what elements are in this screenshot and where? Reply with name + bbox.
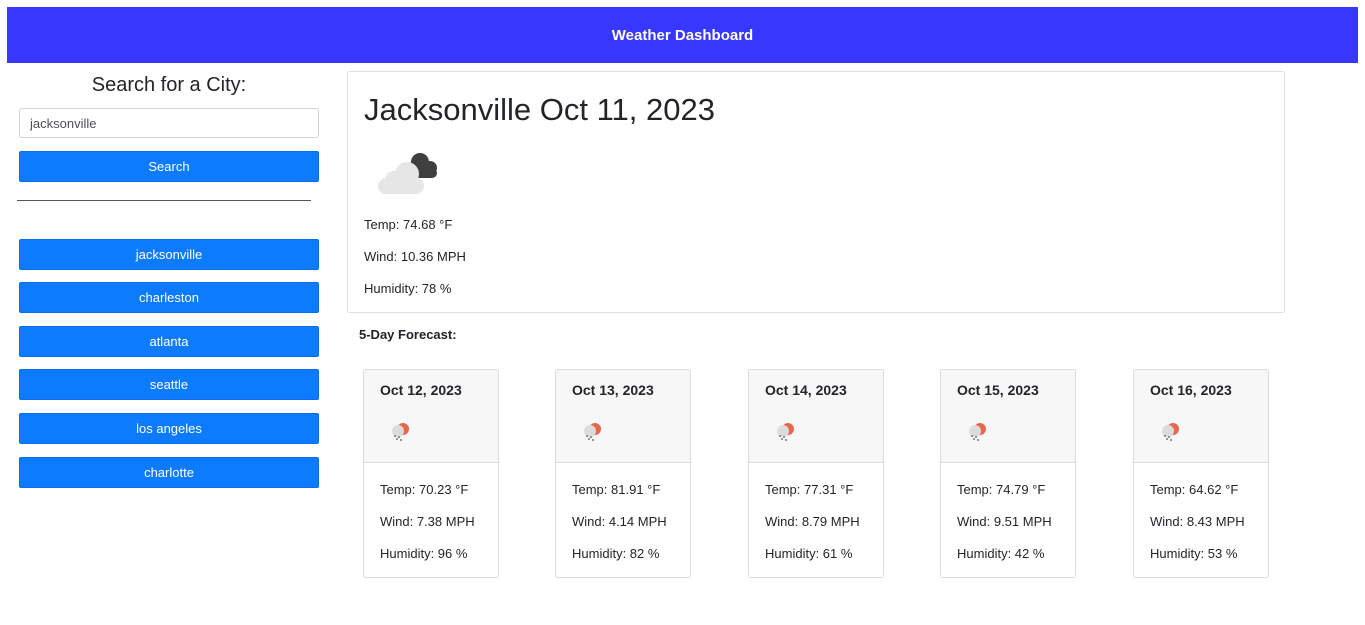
forecast-card: Oct 12, 2023 Temp: 70.23 °F Wind: 7.38 M… <box>363 369 499 578</box>
current-city-heading: Jacksonville Oct 11, 2023 <box>364 92 715 127</box>
forecast-temp: Temp: 81.91 °F <box>572 482 661 497</box>
forecast-card-header: Oct 15, 2023 <box>941 370 1075 463</box>
current-wind: Wind: 10.36 MPH <box>364 249 466 264</box>
current-humidity: Humidity: 78 % <box>364 281 452 296</box>
app-header: Weather Dashboard <box>7 7 1358 63</box>
forecast-card: Oct 16, 2023 Temp: 64.62 °F Wind: 8.43 M… <box>1133 369 1269 578</box>
light-rain-icon <box>969 423 986 441</box>
history-button-charlotte[interactable]: charlotte <box>19 457 319 488</box>
forecast-heading: 5-Day Forecast: <box>359 327 457 342</box>
forecast-temp: Temp: 77.31 °F <box>765 482 854 497</box>
forecast-date: Oct 14, 2023 <box>765 382 847 398</box>
light-rain-icon <box>584 423 601 441</box>
forecast-card-header: Oct 14, 2023 <box>749 370 883 463</box>
history-button-jacksonville[interactable]: jacksonville <box>19 239 319 270</box>
forecast-wind: Wind: 7.38 MPH <box>380 514 475 529</box>
sidebar-divider <box>17 200 311 201</box>
search-button[interactable]: Search <box>19 151 319 182</box>
current-weather-card: Jacksonville Oct 11, 2023 Temp: 74.68 °F… <box>347 71 1285 313</box>
forecast-date: Oct 13, 2023 <box>572 382 654 398</box>
history-button-los-angeles[interactable]: los angeles <box>19 413 319 444</box>
forecast-card: Oct 13, 2023 Temp: 81.91 °F Wind: 4.14 M… <box>555 369 691 578</box>
broken-clouds-icon <box>378 153 437 194</box>
app-title: Weather Dashboard <box>611 26 754 44</box>
forecast-card: Oct 15, 2023 Temp: 74.79 °F Wind: 9.51 M… <box>940 369 1076 578</box>
forecast-temp: Temp: 74.79 °F <box>957 482 1046 497</box>
forecast-card-header: Oct 12, 2023 <box>364 370 498 463</box>
history-button-seattle[interactable]: seattle <box>19 369 319 400</box>
city-search-input[interactable] <box>19 108 319 138</box>
current-temp: Temp: 74.68 °F <box>364 217 453 232</box>
forecast-humidity: Humidity: 42 % <box>957 546 1045 561</box>
forecast-card-header: Oct 13, 2023 <box>556 370 690 463</box>
search-sidebar: Search for a City: Search jacksonville c… <box>17 63 319 488</box>
light-rain-icon <box>777 423 794 441</box>
forecast-humidity: Humidity: 61 % <box>765 546 853 561</box>
history-button-atlanta[interactable]: atlanta <box>19 326 319 357</box>
forecast-temp: Temp: 70.23 °F <box>380 482 469 497</box>
forecast-wind: Wind: 9.51 MPH <box>957 514 1052 529</box>
forecast-wind: Wind: 8.43 MPH <box>1150 514 1245 529</box>
light-rain-icon <box>1162 423 1179 441</box>
history-button-charleston[interactable]: charleston <box>19 282 319 313</box>
light-rain-icon <box>392 423 409 441</box>
forecast-date: Oct 16, 2023 <box>1150 382 1232 398</box>
forecast-temp: Temp: 64.62 °F <box>1150 482 1239 497</box>
forecast-date: Oct 15, 2023 <box>957 382 1039 398</box>
forecast-wind: Wind: 4.14 MPH <box>572 514 667 529</box>
search-title: Search for a City: <box>91 74 247 96</box>
forecast-card: Oct 14, 2023 Temp: 77.31 °F Wind: 8.79 M… <box>748 369 884 578</box>
forecast-wind: Wind: 8.79 MPH <box>765 514 860 529</box>
forecast-card-header: Oct 16, 2023 <box>1134 370 1268 463</box>
forecast-humidity: Humidity: 96 % <box>380 546 468 561</box>
forecast-date: Oct 12, 2023 <box>380 382 462 398</box>
forecast-humidity: Humidity: 53 % <box>1150 546 1238 561</box>
forecast-humidity: Humidity: 82 % <box>572 546 660 561</box>
